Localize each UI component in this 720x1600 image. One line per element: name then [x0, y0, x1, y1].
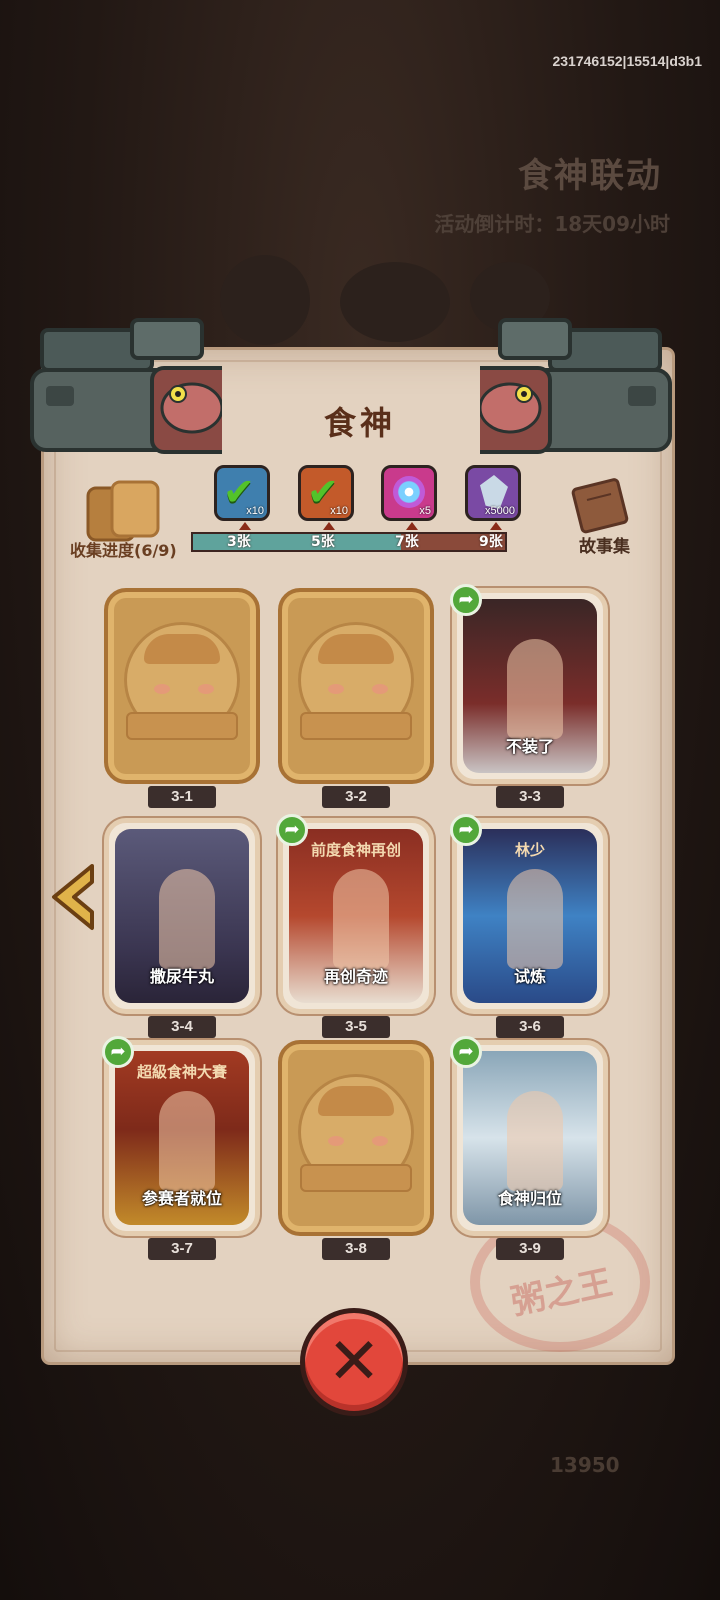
currency-count: 13950: [550, 1453, 620, 1477]
card-caption: 撒尿牛丸: [149, 967, 214, 986]
card-illustration: 撒尿牛丸: [115, 829, 249, 1003]
card-caption: 再创奇迹: [323, 967, 388, 986]
threshold-label: 5张: [311, 534, 335, 550]
card-illustration: 林少 试炼: [463, 829, 597, 1003]
locked-card-silhouette: [144, 634, 220, 664]
reward-item[interactable]: x5: [381, 465, 437, 530]
locked-card-silhouette: [372, 684, 388, 694]
card-number-label: 3-1: [148, 786, 216, 808]
card-illustration: 不装了: [463, 599, 597, 773]
bg-dish: [340, 262, 450, 342]
card-caption: 食神归位: [497, 1189, 562, 1208]
story-card-3-5[interactable]: 前度食神再创 再创奇迹: [278, 818, 434, 1014]
art-sign-text: 林少: [514, 841, 545, 859]
close-icon: ✕: [327, 1325, 381, 1399]
card-number-label: 3-9: [496, 1238, 564, 1260]
share-arrow-icon[interactable]: ➦: [450, 814, 482, 846]
close-button[interactable]: ✕: [300, 1308, 408, 1416]
card-number-label: 3-8: [322, 1238, 390, 1260]
character-figure: [507, 1091, 563, 1191]
locked-card-silhouette: [318, 1086, 394, 1116]
panel-title: 食神: [323, 404, 396, 442]
event-countdown: 活动倒计时：18天09小时: [434, 212, 670, 236]
reward-quantity: x5: [419, 505, 431, 517]
reward-item[interactable]: ✔ x10: [298, 465, 354, 530]
story-card-3-9[interactable]: 食神归位: [452, 1040, 608, 1236]
story-card-3-4[interactable]: 撒尿牛丸: [104, 818, 260, 1014]
story-card-3-3[interactable]: 不装了: [452, 588, 608, 784]
locked-card-silhouette: [328, 1136, 344, 1146]
share-arrow-icon[interactable]: ➦: [450, 1036, 482, 1068]
character-figure: [507, 869, 563, 969]
threshold-label: 9张: [479, 534, 503, 550]
character-figure: [333, 869, 389, 969]
story-card-3-6[interactable]: 林少 试炼: [452, 818, 608, 1014]
locked-card-silhouette: [300, 1164, 412, 1192]
share-arrow-icon[interactable]: ➦: [450, 584, 482, 616]
threshold-marker: [490, 522, 502, 530]
card-illustration: 前度食神再创 再创奇迹: [289, 829, 423, 1003]
card-number-label: 3-3: [496, 786, 564, 808]
locked-card-silhouette: [318, 634, 394, 664]
share-arrow-icon[interactable]: ➦: [276, 814, 308, 846]
collection-progress-label: 收集进度(6/9): [70, 541, 177, 560]
character-figure: [159, 1091, 215, 1191]
story-card-3-2[interactable]: [278, 588, 434, 784]
art-sign-text: 超級食神大賽: [136, 1063, 227, 1081]
card-illustration: 食神归位: [463, 1051, 597, 1225]
threshold-marker: [239, 522, 251, 530]
reward-item[interactable]: ✔ x10: [214, 465, 270, 530]
session-id: 231746152|15514|d3b1: [552, 53, 702, 69]
collection-progress-bar: 3张 5张 7张 9张: [191, 532, 507, 552]
threshold-label: 7张: [395, 534, 419, 550]
disc-icon: [393, 476, 425, 508]
progress-fill: [193, 534, 402, 550]
locked-card-silhouette: [372, 1136, 388, 1146]
story-card-3-8[interactable]: [278, 1040, 434, 1236]
card-number-label: 3-2: [322, 786, 390, 808]
card-number-label: 3-7: [148, 1238, 216, 1260]
story-card-3-7[interactable]: 超級食神大賽 参赛者就位: [104, 1040, 260, 1236]
reward-quantity: x5000: [485, 505, 515, 517]
threshold-label: 3张: [227, 534, 251, 550]
chevron-left-icon[interactable]: [48, 862, 94, 932]
reward-quantity: x10: [330, 505, 348, 517]
locked-card-silhouette: [154, 684, 170, 694]
locked-card-silhouette: [126, 712, 238, 740]
event-title: 食神联动: [518, 156, 662, 196]
story-card-3-1[interactable]: [104, 588, 260, 784]
card-caption: 参赛者就位: [141, 1189, 222, 1208]
card-number-label: 3-6: [496, 1016, 564, 1038]
card-caption: 不装了: [505, 737, 554, 756]
reward-quantity: x10: [246, 505, 264, 517]
threshold-marker: [323, 522, 335, 530]
reward-item[interactable]: x5000: [465, 465, 521, 530]
locked-card-silhouette: [198, 684, 214, 694]
art-sign-text: 前度食神再创: [310, 841, 401, 859]
share-arrow-icon[interactable]: ➦: [102, 1036, 134, 1068]
story-collection-button[interactable]: 故事集: [579, 532, 630, 557]
locked-card-silhouette: [328, 684, 344, 694]
locked-card-silhouette: [300, 712, 412, 740]
card-number-label: 3-5: [322, 1016, 390, 1038]
bg-pot: [220, 255, 310, 345]
card-number-label: 3-4: [148, 1016, 216, 1038]
character-figure: [507, 639, 563, 739]
card-caption: 试炼: [513, 967, 546, 986]
threshold-marker: [406, 522, 418, 530]
story-book-icon[interactable]: [567, 478, 631, 534]
card-stack-icon: [86, 480, 160, 542]
character-figure: [159, 869, 215, 969]
crystal-icon: [480, 475, 508, 509]
card-illustration: 超級食神大賽 参赛者就位: [115, 1051, 249, 1225]
